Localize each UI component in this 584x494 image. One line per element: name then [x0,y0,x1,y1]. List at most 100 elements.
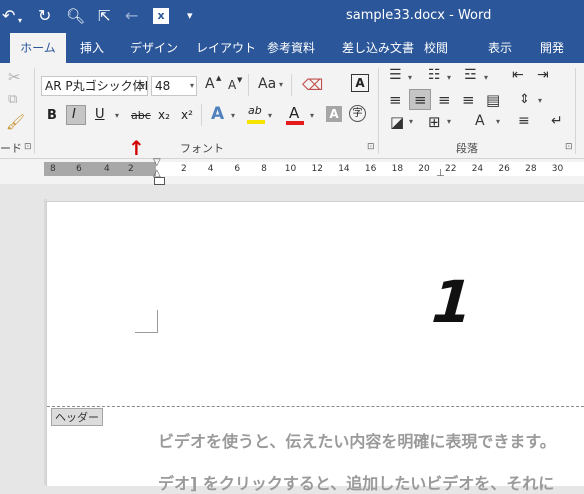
asian-layout-icon[interactable]: A [475,113,485,129]
highlight-button[interactable]: ab [248,104,262,117]
excel-icon[interactable]: x [153,8,169,24]
undo-dropdown-icon[interactable]: ▾ [18,11,22,31]
ruler-tick-label: 2 [128,164,134,174]
print-preview-icon[interactable]: 🔍︎ [66,6,85,26]
bullets-icon[interactable]: ☰ [389,67,402,83]
font-size-combo[interactable]: 48 ▾ [151,76,197,96]
sort-icon[interactable]: ⇕ [519,92,530,107]
clear-formatting-box-icon[interactable]: A [351,74,369,92]
paragraph-launcher-icon[interactable]: ⊡ [565,142,573,152]
numbering-icon[interactable]: ☷ [428,67,441,83]
superscript-button[interactable]: x² [181,108,193,122]
underline-button[interactable]: U [95,107,105,122]
font-color-button[interactable]: A [289,104,299,122]
shading-icon[interactable]: ◪ [390,113,404,131]
body-text-line-2[interactable]: デオ] をクリックすると、追加したいビデオを、それに [158,470,554,494]
pointer-icon[interactable]: ⇱ [98,6,111,26]
ruler-tick-label: 14 [338,164,350,174]
multilevel-list-icon[interactable]: ☲ [464,67,477,83]
show-hide-marks-icon[interactable]: ≡ [518,113,530,129]
annotation-arrow: ↑ [128,136,145,160]
ruler-tick-label: 4 [104,164,110,174]
chevron-down-icon: ▾ [231,111,236,120]
tab-mailings[interactable]: 差し込み文書 [342,41,414,55]
tab-developer[interactable]: 開発 [540,41,564,55]
ruler-tick-label: 16 [364,164,377,174]
justify-icon[interactable]: ≡ [462,91,475,109]
tab-view[interactable]: 表示 [488,41,512,55]
ruler-tick-label: 28 [525,164,537,174]
back-arrow-icon: ← [125,6,139,25]
cut-icon[interactable]: ✂ [8,68,21,86]
chevron-down-icon: ▾ [310,111,315,120]
align-right-icon[interactable]: ≡ [438,91,451,109]
font-launcher-icon[interactable]: ⊡ [367,142,375,152]
text-effects-button[interactable]: A [211,104,224,124]
strikethrough-button[interactable]: abc [131,109,151,122]
left-indent-marker[interactable] [154,177,165,185]
change-case-button[interactable]: Aa [258,76,276,92]
chevron-down-icon: ▾ [408,73,413,82]
tab-review[interactable]: 校閲 [424,41,448,55]
copy-icon[interactable]: ⧉ [8,92,17,107]
chevron-down-icon: ▾ [409,117,414,126]
font-name-combo[interactable]: AR P丸ゴシック体E ▾ [41,76,148,96]
page-number[interactable]: 1 [430,268,475,336]
ruler-tick-label: 22 [445,164,457,174]
first-line-indent-marker-icon[interactable]: ▽ [153,157,161,168]
tab-insert[interactable]: 挿入 [80,41,104,55]
character-shading-button[interactable]: A [326,106,342,122]
divider [201,104,202,126]
ruler-tick-label: 10 [284,164,297,174]
bold-button[interactable]: B [47,108,57,123]
decrease-indent-icon[interactable]: ⇤ [512,67,524,83]
chevron-down-icon: ▾ [279,80,284,89]
customize-toolbar-icon[interactable]: ▾ [187,6,193,26]
enclose-characters-button[interactable]: 字 [349,105,366,122]
tab-layout[interactable]: レイアウト [196,41,256,55]
ruler-tick-label: 6 [76,164,82,174]
redo-icon[interactable]: ↻ [38,6,51,26]
increase-indent-icon[interactable]: ⇥ [537,67,549,83]
paragraph-group-label: 段落 [456,142,478,155]
tab-home[interactable]: ホーム [10,33,66,63]
ruler-tick-label: 8 [261,164,267,174]
clipboard-launcher-icon[interactable]: ⊡ [24,142,32,152]
tab-stop-marker-icon: ⊥ [436,168,445,179]
chevron-down-icon: ▾ [268,111,273,120]
ruler-tick-label: 12 [311,164,323,174]
ruler-tick-label: 20 [418,164,430,174]
font-size-value: 48 [155,79,171,93]
chevron-down-icon: ▾ [538,96,543,105]
divider [291,74,292,96]
header-boundary-line [47,406,584,407]
divider [248,74,249,96]
grow-font-icon: ▲ [216,74,222,82]
chevron-down-icon: ▾ [447,73,452,82]
grow-font-button[interactable]: A [205,76,215,92]
distributed-icon[interactable]: ▤ [486,91,500,109]
subscript-button[interactable]: x₂ [158,108,170,122]
body-text-line-1[interactable]: ビデオを使うと、伝えたい内容を明確に表現できます。 [158,428,556,452]
ruler-tick-label: 30 [551,164,564,174]
italic-button-bg[interactable] [66,105,86,125]
font-color-bar [286,121,304,125]
shrink-font-icon: ▼ [237,76,243,84]
italic-button[interactable]: I [72,107,76,122]
group-divider [378,68,379,154]
tab-design[interactable]: デザイン [130,41,178,55]
borders-icon[interactable]: ⊞ [428,113,441,131]
clipboard-group-label: ード [0,142,22,155]
clear-formatting-icon[interactable]: ⌫ [302,76,323,94]
font-group-label: フォント [180,142,224,155]
shrink-font-button[interactable]: A [228,78,236,92]
align-left-icon[interactable]: ≡ [389,91,402,109]
line-spacing-icon[interactable]: ↵ [551,113,563,129]
chevron-down-icon: ▾ [140,81,145,90]
undo-icon[interactable]: ↶ [2,6,15,26]
chevron-down-icon: ▾ [496,117,501,126]
ruler-left-margin [44,162,156,176]
highlight-color-bar [247,120,265,124]
format-painter-icon[interactable]: 🖌︎ [6,113,25,131]
tab-references[interactable]: 参考資料 [267,41,315,55]
